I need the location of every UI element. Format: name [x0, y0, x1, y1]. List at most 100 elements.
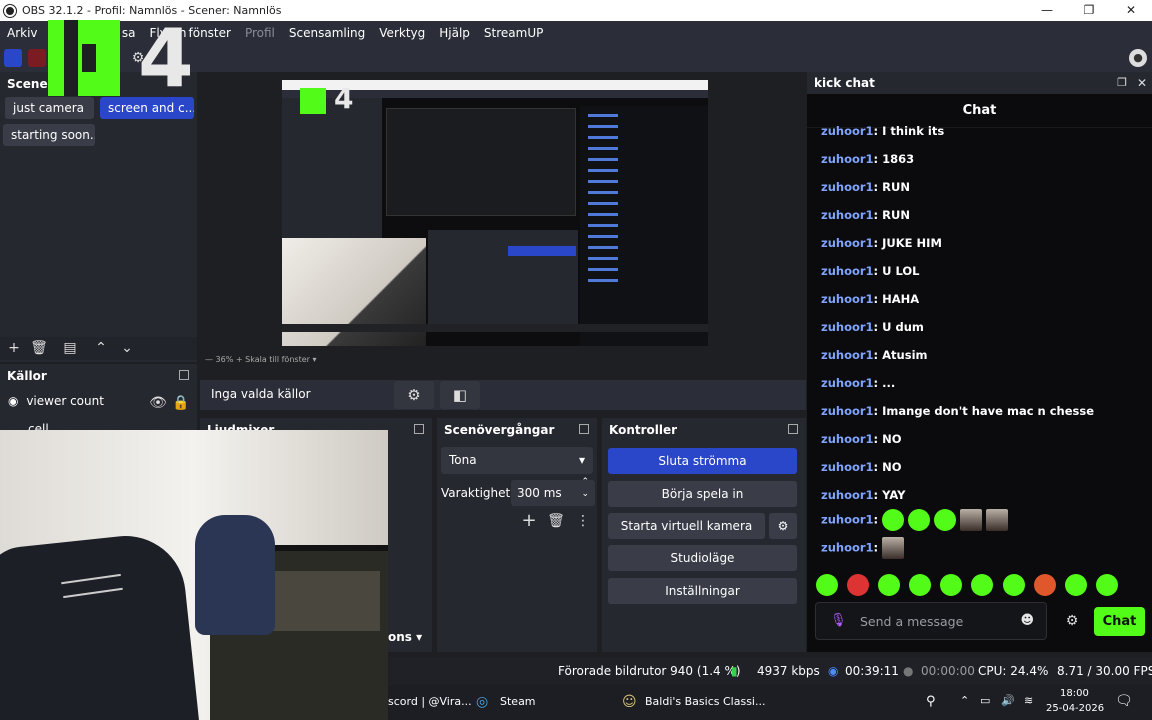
eye-icon[interactable]: 👁	[149, 394, 167, 412]
transition-select[interactable]: Tona ▾	[441, 447, 593, 474]
kick-emote-icon[interactable]	[816, 574, 838, 596]
record-indicator-icon[interactable]	[28, 49, 46, 67]
chat-message: zuhoor1: Atusim	[821, 348, 928, 362]
kick-emote-icon[interactable]	[878, 574, 901, 596]
battery-icon[interactable]: ▭	[980, 694, 990, 707]
bitrate: 4937 kbps	[757, 664, 820, 678]
start-recording-button[interactable]: Börja spela in	[608, 481, 797, 507]
dock-float-icon[interactable]: ❐	[1113, 74, 1131, 92]
scale-label[interactable]: Skala till fönster	[245, 355, 310, 364]
audio-mixer-footer[interactable]: ons ▾	[388, 630, 422, 644]
dock-float-icon[interactable]	[579, 424, 589, 434]
dock-float-icon[interactable]	[179, 370, 189, 380]
account-icon[interactable]: ●	[1129, 49, 1147, 67]
mario-emote-icon[interactable]	[1033, 574, 1056, 596]
kick-emote-icon[interactable]	[1002, 574, 1025, 596]
signal-bars-icon: ▮	[731, 664, 738, 678]
chat-settings-gear-icon[interactable]: ⚙	[1063, 612, 1081, 630]
studio-mode-button[interactable]: Studioläge	[608, 545, 797, 571]
source-toolbar: Inga valda källor ⚙ ◧	[200, 380, 806, 410]
kick-emote-icon[interactable]	[1095, 574, 1118, 596]
wifi-icon[interactable]: ≋	[1024, 694, 1033, 707]
clock-time[interactable]: 18:00	[1060, 688, 1089, 699]
kick-emote-icon[interactable]	[909, 574, 932, 596]
stream-time: 00:39:11	[845, 664, 899, 678]
baldi-game-icon: ☺	[622, 694, 637, 710]
people-icon[interactable]: ⚲	[926, 694, 936, 709]
taskbar-discord[interactable]: scord | @Vira...	[388, 695, 472, 708]
logo-four: 4	[138, 12, 194, 105]
clock-date[interactable]: 25-04-2026	[1046, 703, 1104, 714]
add-transition-icon[interactable]: +	[520, 512, 538, 530]
kick-emote-icon[interactable]	[1064, 574, 1087, 596]
stop-streaming-button[interactable]: Sluta strömma	[608, 448, 797, 474]
chat-message: zuhoor1:	[821, 509, 1012, 531]
dock-float-icon[interactable]	[414, 424, 424, 434]
trash-icon[interactable]: 🗑	[30, 339, 48, 357]
dock-float-icon[interactable]	[788, 424, 798, 434]
stream-indicator-icon[interactable]	[4, 49, 22, 67]
menu-verktyg[interactable]: Verktyg	[372, 26, 432, 40]
filter-icon[interactable]: ▤	[61, 339, 79, 357]
menu-hjalp[interactable]: Hjälp	[432, 26, 477, 40]
scene-item[interactable]: just camera	[5, 97, 94, 119]
settings-button[interactable]: Inställningar	[608, 578, 797, 604]
menu-streamup[interactable]: StreamUP	[477, 26, 550, 40]
chat-message: zuhoor1:	[821, 537, 908, 559]
scene-item[interactable]: starting soon...	[3, 124, 95, 146]
close-window-button[interactable]: ✕	[1110, 0, 1152, 21]
microphone-icon[interactable]: 🎙	[830, 613, 847, 628]
angry-emote-icon[interactable]	[847, 574, 870, 596]
maximize-button[interactable]: ❐	[1068, 0, 1110, 21]
tray-chevron-up-icon[interactable]: ⌃	[960, 694, 969, 707]
menu-arkiv[interactable]: Arkiv	[0, 26, 45, 40]
more-vertical-icon[interactable]: ⋮	[574, 512, 592, 530]
taskbar-steam[interactable]: Steam	[500, 695, 536, 708]
gaming-chair	[0, 530, 200, 720]
properties-gear-icon[interactable]: ⚙	[394, 381, 434, 409]
program-preview[interactable]: 4	[282, 80, 708, 346]
filters-icon[interactable]: ◧	[440, 381, 480, 409]
no-source-selected-label: Inga valda källor	[211, 387, 311, 401]
zoom-level: 36%	[215, 355, 234, 364]
chevron-up-icon[interactable]: ⌃	[92, 339, 110, 357]
kick-emote-icon[interactable]	[971, 574, 994, 596]
chat-message: zuhoor1: 1863	[821, 152, 915, 166]
chat-message: zuhoor1: U LOL	[821, 264, 920, 278]
emoji-icon[interactable]: ☻	[1020, 613, 1034, 628]
chat-send-button[interactable]: Chat	[1094, 607, 1145, 636]
volume-icon[interactable]: 🔊	[1001, 694, 1015, 707]
webcam-overlay	[0, 430, 388, 720]
chat-message: zuhoor1: Imange don't have mac n chesse	[821, 404, 1095, 418]
minimize-button[interactable]: —	[1026, 0, 1068, 21]
scenes-toolbar: + 🗑 ▤ ⌃ ⌄	[0, 337, 197, 360]
chat-input[interactable]: 🎙 Send a message ☻	[815, 602, 1047, 640]
source-item[interactable]: ◉ viewer count	[8, 394, 104, 408]
chevron-down-icon: ▾	[578, 453, 585, 467]
face-emote-icon	[960, 509, 983, 531]
lock-icon[interactable]: 🔒	[172, 394, 190, 412]
close-icon[interactable]: ✕	[1133, 74, 1151, 92]
chat-message: zuhoor1: NO	[821, 460, 902, 474]
taskbar-baldi[interactable]: Baldi's Basics Classi...	[645, 695, 765, 708]
menu-scensamling[interactable]: Scensamling	[282, 26, 372, 40]
chat-header: Chat	[807, 94, 1152, 128]
notifications-icon[interactable]: 🗨	[1115, 693, 1133, 709]
start-virtual-camera-button[interactable]: Starta virtuell kamera	[608, 513, 765, 539]
menu-profil[interactable]: Profil	[238, 26, 282, 40]
chat-message: zuhoor1: HAHA	[821, 292, 920, 306]
chat-message: zuhoor1: JUKE HIM	[821, 236, 942, 250]
sources-title: Källor	[7, 368, 47, 383]
controls-title: Kontroller	[609, 422, 678, 437]
duration-spinbox[interactable]: 300 ms ⌃ ⌄	[511, 477, 595, 506]
kick-emote-icon[interactable]	[940, 574, 963, 596]
chevron-down-icon[interactable]: ⌄	[118, 339, 136, 357]
virtual-camera-gear-icon[interactable]: ⚙	[769, 513, 797, 539]
add-scene-icon[interactable]: +	[5, 339, 23, 357]
dropped-frames: Förorade bildrutor 940 (1.4 %)	[558, 664, 741, 678]
status-bar: Förorade bildrutor 940 (1.4 %) ▮ 4937 kb…	[388, 657, 1152, 685]
trash-icon[interactable]: 🗑	[547, 512, 565, 530]
kick-emote-icon	[934, 509, 957, 531]
transitions-dock: Scenövergångar Tona ▾ Varaktighet 300 ms…	[437, 418, 597, 652]
kick-emote-icon	[908, 509, 931, 531]
